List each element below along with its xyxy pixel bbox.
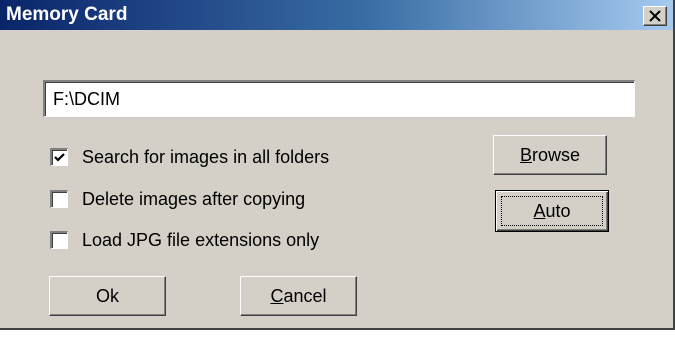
focus-rectangle [501, 196, 603, 226]
jpg-only-label: Load JPG file extensions only [82, 229, 320, 250]
browse-button[interactable]: Browse [493, 135, 607, 175]
option-jpg-only[interactable]: Load JPG file extensions only [50, 229, 319, 251]
memory-card-dialog: Memory Card F:\DCIM Search for images in… [0, 0, 675, 330]
ok-button[interactable]: Ok [49, 276, 166, 316]
search-all-folders-label: Search for images in all folders [82, 146, 330, 167]
delete-after-copying-label: Delete images after copying [82, 188, 306, 209]
browse-label: rowse [532, 145, 581, 165]
jpg-only-checkbox[interactable] [50, 231, 68, 249]
search-all-folders-checkbox[interactable] [50, 148, 68, 166]
ok-label: Ok [95, 286, 119, 306]
option-search-all-folders[interactable]: Search for images in all folders [50, 146, 329, 168]
close-icon [649, 10, 661, 22]
title-bar[interactable]: Memory Card [0, 0, 673, 30]
option-delete-after-copying[interactable]: Delete images after copying [50, 188, 305, 210]
cancel-mnemonic: C [270, 286, 284, 306]
checkmark-icon [54, 153, 65, 162]
close-button[interactable] [643, 6, 667, 26]
cancel-label: ancel [283, 286, 327, 306]
folder-path-input[interactable]: F:\DCIM [43, 80, 635, 117]
cancel-button[interactable]: Cancel [240, 276, 357, 316]
auto-button[interactable]: Auto [495, 190, 609, 232]
window-title: Memory Card [6, 4, 128, 25]
browse-mnemonic: B [519, 145, 532, 165]
delete-after-copying-checkbox[interactable] [50, 190, 68, 208]
